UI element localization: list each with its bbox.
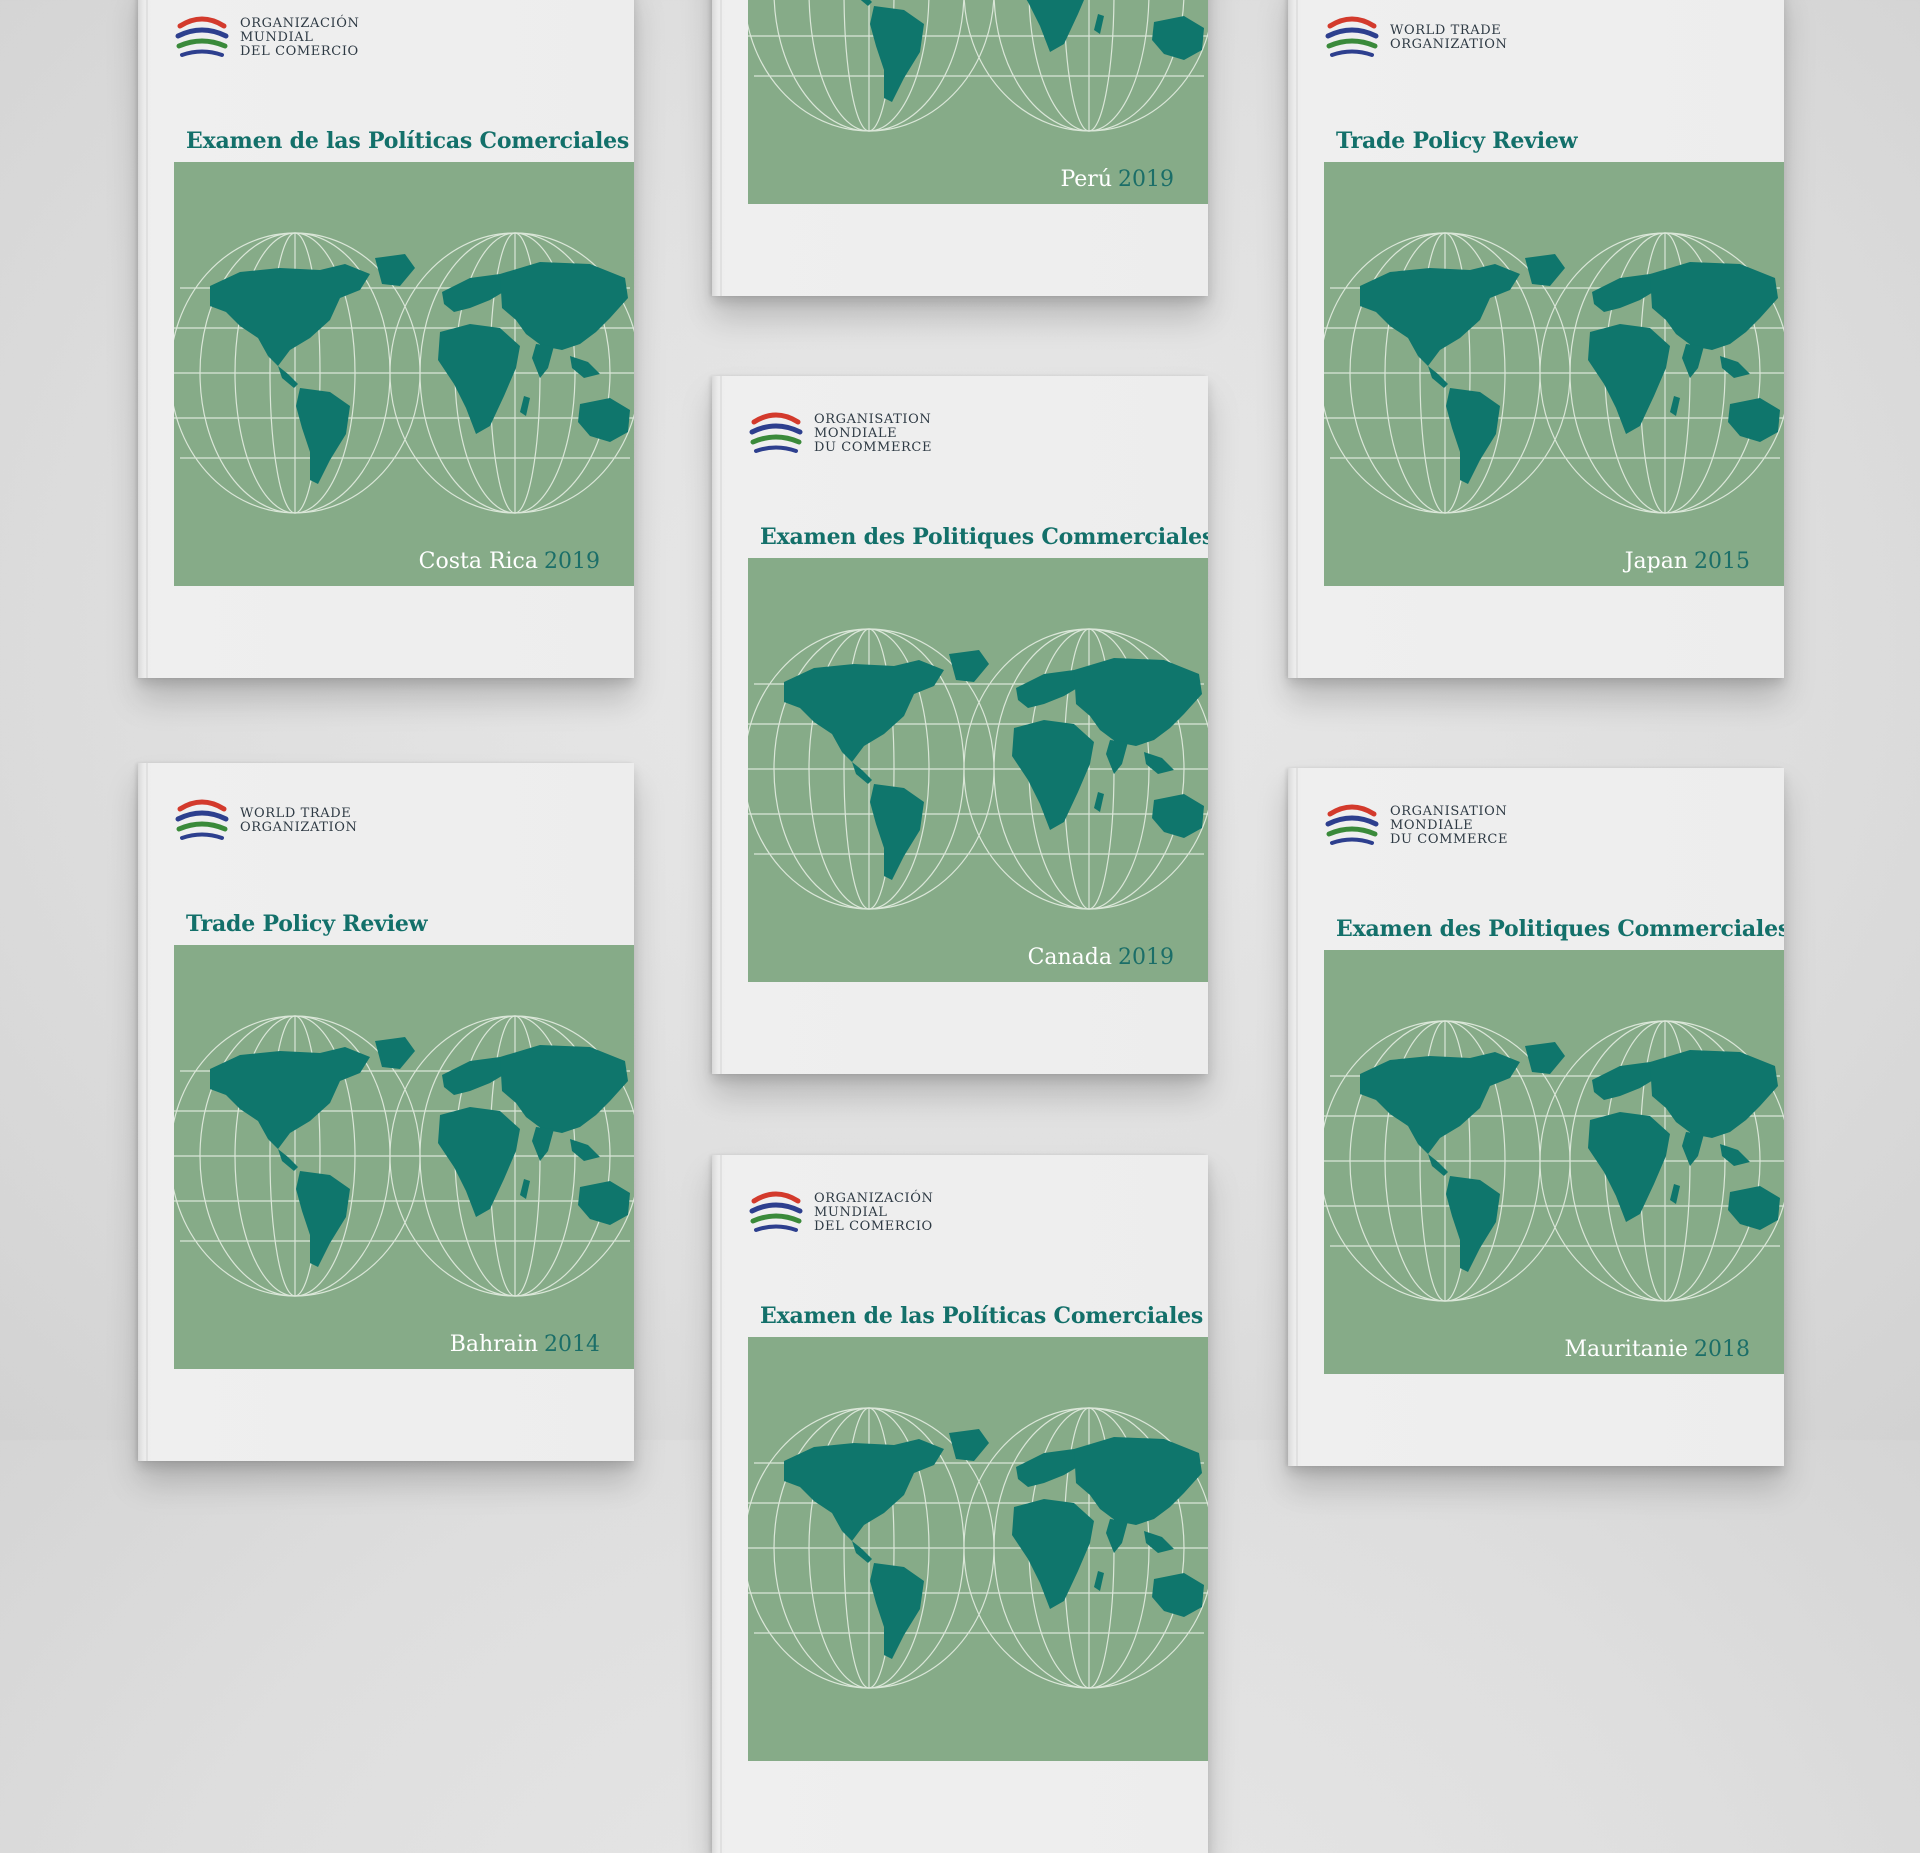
org-name-line: World Trade: [240, 806, 352, 821]
country-year: Mauritanie 2018: [1564, 1337, 1750, 1362]
series-title: Examen de las Políticas Comerciales: [186, 128, 630, 154]
country-year: Canada 2019: [1028, 945, 1174, 970]
org-name-line: Organization: [240, 820, 358, 835]
org-name-line: del Comercio: [240, 44, 359, 59]
country-name: Mauritanie: [1564, 1337, 1688, 1362]
review-year: 2019: [544, 549, 600, 574]
org-name-line: World Trade: [1390, 23, 1502, 38]
wto-logo-icon: [1324, 12, 1380, 64]
country-year: Perú 2019: [1060, 167, 1174, 192]
series-title: Examen des Politiques Commerciales: [760, 524, 1208, 550]
cover-panel: Costa Rica 2019: [174, 162, 634, 586]
cover-panel: Perú 2019: [748, 0, 1208, 204]
cover-panel: [748, 1337, 1208, 1761]
country-year: [1168, 1724, 1174, 1749]
org-name-line: Organisation: [814, 412, 932, 427]
review-year: 2015: [1694, 549, 1750, 574]
country-name: Bahrain: [449, 1332, 538, 1357]
country-name: Canada: [1027, 945, 1112, 970]
organization-name: Organisation Mondiale du Commerce: [814, 413, 932, 455]
organization-name: World Trade Organization: [240, 807, 357, 835]
country-year: Japan 2015: [1625, 549, 1750, 574]
wto-logo: Organización Mundial del Comercio: [174, 10, 359, 66]
country-name: Costa Rica: [418, 549, 538, 574]
series-title: Trade Policy Review: [186, 911, 428, 937]
review-year: 2019: [1118, 167, 1174, 192]
org-name-line: Mundial: [814, 1205, 888, 1220]
cover-panel: Japan 2015: [1324, 162, 1784, 586]
wto-logo-icon: [1324, 800, 1380, 852]
organization-name: Organización Mundial del Comercio: [240, 17, 359, 59]
wto-logo-icon: [748, 408, 804, 460]
org-name-line: Organización: [240, 16, 360, 31]
org-name-line: Mondiale: [814, 426, 898, 441]
review-year: 2018: [1694, 1337, 1750, 1362]
series-title: Trade Policy Review: [1336, 128, 1578, 154]
wto-logo-icon: [174, 12, 230, 64]
wto-logo: World Trade Organization: [1324, 10, 1507, 66]
wto-logo: Organisation Mondiale du Commerce: [748, 406, 932, 462]
organization-name: Organisation Mondiale du Commerce: [1390, 805, 1508, 847]
wto-logo: Organisation Mondiale du Commerce: [1324, 798, 1508, 854]
org-name-line: del Comercio: [814, 1219, 933, 1234]
series-title: Examen des Politiques Commerciales: [1336, 916, 1784, 942]
cover-panel: Bahrain 2014: [174, 945, 634, 1369]
org-name-line: Organization: [1390, 37, 1508, 52]
review-year: 2019: [1118, 945, 1174, 970]
series-title: Examen de las Políticas Comerciales: [760, 1303, 1204, 1329]
world-map-globes: [174, 228, 634, 518]
wto-logo: Organización Mundial del Comercio: [748, 1185, 933, 1241]
world-map-globes: [748, 624, 1208, 914]
cover-mauritanie: Organisation Mondiale du Commerce Examen de…: [1288, 768, 1784, 1466]
cover-panel: Canada 2019: [748, 558, 1208, 982]
country-name: Perú: [1060, 167, 1112, 192]
org-name-line: Organisation: [1390, 804, 1508, 819]
cover-peru: Perú 2019: [712, 0, 1208, 296]
world-map-globes: [1324, 228, 1784, 518]
world-map-globes: [174, 1011, 634, 1301]
wto-logo-icon: [174, 795, 230, 847]
country-year: Bahrain 2014: [450, 1332, 600, 1357]
org-name-line: Organización: [814, 1191, 934, 1206]
world-map-globes: [1324, 1016, 1784, 1306]
country-year: Costa Rica 2019: [419, 549, 600, 574]
review-year: 2014: [544, 1332, 600, 1357]
org-name-line: Mundial: [240, 30, 314, 45]
cover-bahrain: World Trade Organization Trade Policy Revi…: [138, 763, 634, 1461]
wto-logo-icon: [748, 1187, 804, 1239]
cover-costa-rica: Organización Mundial del Comercio Examen de…: [138, 0, 634, 678]
org-name-line: du Commerce: [814, 440, 933, 455]
cover-canada: Organisation Mondiale du Commerce Examen de…: [712, 376, 1208, 1074]
cover-panel: Mauritanie 2018: [1324, 950, 1784, 1374]
organization-name: World Trade Organization: [1390, 24, 1507, 52]
wto-logo: World Trade Organization: [174, 793, 357, 849]
cover-bottom-es: Organización Mundial del Comercio Examen de…: [712, 1155, 1208, 1853]
organization-name: Organización Mundial del Comercio: [814, 1192, 933, 1234]
country-name: Japan: [1624, 549, 1688, 574]
org-name-line: Mondiale: [1390, 818, 1474, 833]
world-map-globes: [748, 0, 1208, 136]
org-name-line: du Commerce: [1390, 832, 1509, 847]
cover-japan: World Trade Organization Trade Policy Revi…: [1288, 0, 1784, 678]
world-map-globes: [748, 1403, 1208, 1693]
